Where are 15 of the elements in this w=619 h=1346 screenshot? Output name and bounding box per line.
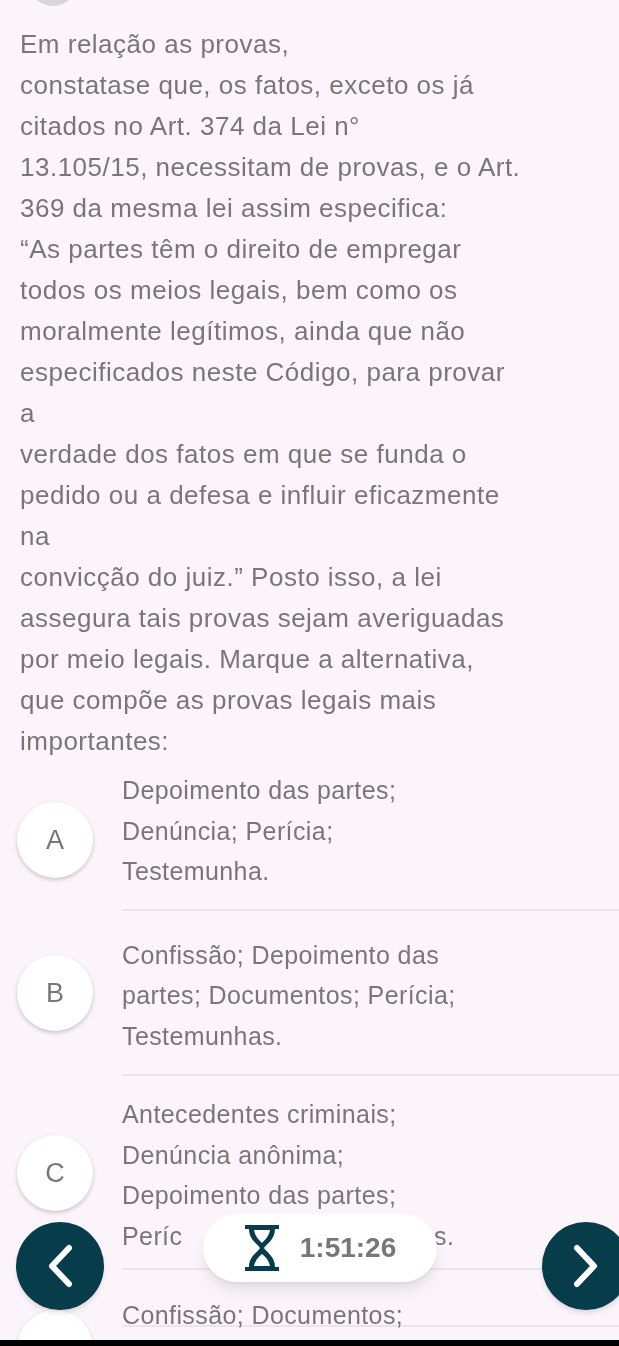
option-text[interactable]: Depoimento das partes; Denúncia; Perícia; Testemunha. — [122, 770, 619, 892]
option-text[interactable]: Antecedentes criminais; — [122, 1094, 619, 1135]
chevron-left-icon — [47, 1244, 73, 1288]
option-text[interactable]: Períc — [122, 1215, 183, 1256]
timer-text: 1:51:26 — [299, 1231, 397, 1265]
hourglass-icon — [243, 1224, 280, 1272]
option-letter[interactable]: C — [17, 1135, 93, 1211]
option-letter[interactable]: B — [17, 955, 93, 1032]
option-text[interactable]: Confissão; Depoimento das partes; Documentos; Perícia; Testemunhas. — [122, 934, 619, 1056]
option-text[interactable]: s. — [434, 1215, 455, 1256]
question-text: Em relação as provas, constatase que, os fatos, exceto os já citados no Art. 374 da Lei n° 13.105/15, necessitam de provas, e o Art. 369 da mesma lei assim especifica: “As partes têm o direito de empregar todos os meios legais, bem como os moralmente legítimos, ainda que não especificados neste Código, para provar a verdade dos fatos em que se funda o pedido ou a defesa e influir eficazmente na convicção do juiz.” Posto isso, a lei assegura tais provas sejam averiguadas por meio legais. Marque a alternativa, que compõe as provas legais mais importantes: — [19, 28, 522, 758]
option-text[interactable]: Depoimento das partes; — [122, 1175, 619, 1216]
option-text[interactable]: Denúncia anônima; — [122, 1134, 619, 1175]
option-letter[interactable]: A — [17, 802, 93, 879]
chevron-right-icon — [573, 1244, 599, 1288]
